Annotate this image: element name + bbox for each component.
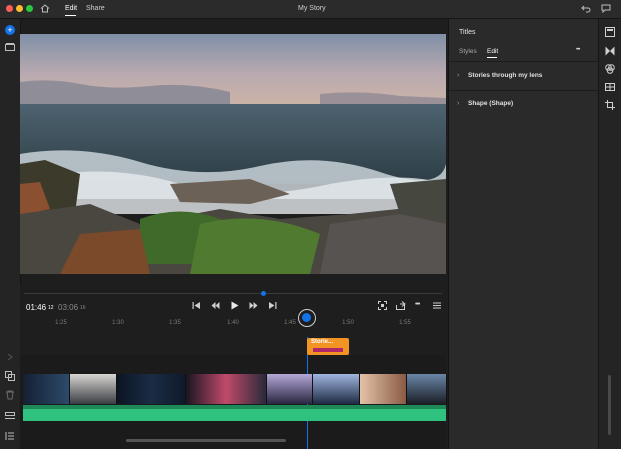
titles-icon[interactable] [605,27,615,37]
video-thumbnail [267,374,313,404]
time-tick: 1:30 [112,320,124,326]
menu-icon[interactable] [433,302,441,309]
right-toolbar [598,19,621,449]
color-icon[interactable] [605,64,615,74]
tab-panel-edit-underline [487,57,497,58]
playhead-ring[interactable] [298,309,316,327]
title-clip-label: Storie... [311,339,334,345]
time-tick: 1:35 [169,320,181,326]
time-tick: 1:25 [55,320,67,326]
panel-scrollbar[interactable] [608,375,611,435]
share-export-icon[interactable] [396,301,406,310]
total-time: 03:06 [58,303,79,312]
chevron-right-icon[interactable] [6,353,14,361]
list-icon[interactable] [5,431,15,441]
video-thumbnail [186,374,267,404]
delete-icon[interactable] [5,390,15,400]
layout-icon[interactable] [605,82,615,92]
scrubber-handle[interactable] [261,291,266,296]
minimize-window-button[interactable] [16,5,23,12]
tab-edit[interactable]: Edit [65,5,77,12]
undo-icon[interactable] [581,4,591,13]
audio-track[interactable] [23,405,446,421]
panel-more-icon[interactable]: ••• [576,47,580,53]
tab-share[interactable]: Share [86,5,105,12]
player-controls: 01:46 12 03:06 16 ••• 1:25 1:30 1:35 1:4… [20,285,446,355]
audio-waveform [23,405,446,409]
comment-icon[interactable] [601,4,611,13]
chevron-right-icon: › [457,72,460,79]
more-options-icon[interactable]: ••• [415,301,420,308]
playhead-knob[interactable] [302,313,311,322]
track-icon[interactable] [5,412,15,420]
title-clip[interactable]: Storie... [307,338,349,355]
step-forward-icon[interactable] [249,301,258,310]
window-title: My Story [298,5,326,12]
video-thumbnail [23,374,70,404]
video-preview[interactable] [20,34,446,274]
video-thumbnail [70,374,117,404]
video-thumbnail [360,374,407,404]
preview-image [20,34,446,274]
crop-icon[interactable] [605,100,615,110]
section-stories-label: Stories through my lens [468,72,543,79]
title-clip-bar [313,348,343,352]
tab-edit-underline [65,15,76,16]
current-time: 01:46 [26,303,47,312]
time-tick: 1:50 [342,320,354,326]
zoom-window-button[interactable] [26,5,33,12]
skip-to-start-icon[interactable] [192,301,201,310]
total-frames: 16 [80,305,86,311]
timeline: Storie... [20,337,447,449]
video-thumbnail [117,374,186,404]
timeline-scrollbar[interactable] [126,439,286,442]
add-icon[interactable]: + [5,25,15,35]
skip-to-end-icon[interactable] [268,301,277,310]
fit-frame-icon[interactable] [378,301,387,310]
scrubber-track[interactable] [24,293,442,294]
time-tick: 1:40 [227,320,239,326]
current-frames: 12 [48,305,54,311]
time-tick: 1:55 [399,320,411,326]
video-thumbnail [407,374,447,404]
play-icon[interactable] [230,301,239,310]
panel-heading: Titles [459,29,476,36]
time-tick: 1:45 [284,320,296,326]
chevron-right-icon: › [457,100,460,107]
tab-panel-edit[interactable]: Edit [487,48,498,55]
home-icon[interactable] [40,4,50,13]
section-shape[interactable]: › Shape (Shape) [449,91,599,119]
title-bar: Edit Share My Story [0,0,621,19]
close-window-button[interactable] [6,5,13,12]
section-shape-label: Shape (Shape) [468,100,514,107]
step-back-icon[interactable] [211,301,220,310]
transitions-icon[interactable] [605,46,615,56]
left-toolbar: + [0,19,21,449]
properties-panel: Titles Styles Edit ••• › Stories through… [448,19,599,449]
video-thumbnail [313,374,360,404]
duplicate-icon[interactable] [5,371,15,381]
media-icon[interactable] [5,43,15,51]
section-stories[interactable]: › Stories through my lens [449,62,599,90]
tab-styles[interactable]: Styles [459,48,477,55]
